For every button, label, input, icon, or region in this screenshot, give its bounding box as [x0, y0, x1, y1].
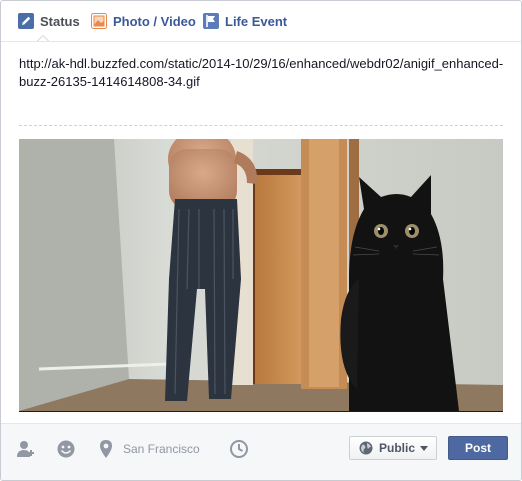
globe-icon	[359, 441, 373, 455]
audience-label: Public	[379, 441, 416, 455]
post-button[interactable]: Post	[448, 436, 508, 460]
composer-footer: San Francisco Public Post	[1, 423, 521, 480]
status-composer: Status Photo / Video Life Event http://a…	[0, 0, 522, 481]
tag-friends-icon[interactable]	[16, 439, 36, 459]
tab-life-event-label: Life Event	[225, 13, 288, 29]
link-preview-image[interactable]	[19, 139, 503, 412]
flag-icon	[203, 13, 219, 29]
preview-divider	[19, 125, 503, 126]
pencil-icon	[18, 13, 34, 29]
photo-icon	[91, 13, 107, 29]
audience-selector[interactable]: Public	[349, 436, 437, 460]
tab-status-label: Status	[40, 13, 80, 29]
status-input[interactable]: http://ak-hdl.buzzfed.com/static/2014-10…	[19, 55, 505, 91]
clock-icon[interactable]	[229, 439, 249, 459]
location-label[interactable]: San Francisco	[123, 442, 200, 456]
location-pin-icon[interactable]	[96, 439, 116, 459]
tab-photo-video-label: Photo / Video	[113, 13, 196, 29]
tab-life-event[interactable]: Life Event	[203, 1, 287, 41]
feeling-icon[interactable]	[56, 439, 76, 459]
chevron-down-icon	[420, 445, 429, 451]
active-tab-pointer	[37, 35, 49, 41]
composer-tabs: Status Photo / Video Life Event	[1, 1, 521, 42]
tab-photo-video[interactable]: Photo / Video	[91, 1, 196, 41]
